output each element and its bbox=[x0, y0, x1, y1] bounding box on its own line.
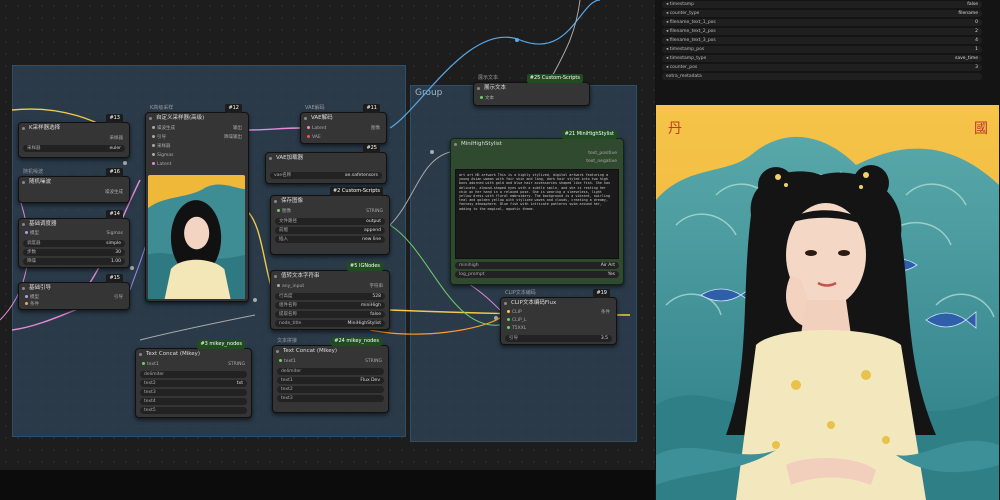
bottom-bar bbox=[0, 470, 655, 500]
node-graph-canvas[interactable]: Group #13 K采样器选择 采样器 采样器 euler 随机噪波 #16 … bbox=[0, 0, 655, 500]
node-value-to-string[interactable]: #5 IGNodes 值转文本字符串 any_input 字符串 行高度 528 组… bbox=[270, 262, 390, 330]
node-random-noise[interactable]: 随机噪波 #16 随机噪波 噪波生成 bbox=[18, 168, 130, 203]
panel-row[interactable]: ◂ filename_text_3_pos 4 bbox=[662, 37, 982, 44]
panel-row[interactable]: ◂ timestamp_pos 1 bbox=[662, 46, 982, 53]
node-vae-decode[interactable]: VAE解码 #11 VAE解码 Latent 图像 VAE bbox=[300, 104, 387, 144]
panel-row[interactable]: ◂ counter_pos 3 bbox=[662, 64, 982, 71]
node-ksampler-select[interactable]: #13 K采样器选择 采样器 采样器 euler bbox=[18, 114, 130, 158]
node-text-concat-2[interactable]: 文本拼接 #24 mikey_nodes Text Concat (Mikey)… bbox=[272, 337, 389, 413]
output-sampler[interactable]: 采样器 bbox=[110, 135, 124, 142]
seal-mark: 丹 bbox=[668, 121, 682, 137]
panel-row[interactable]: ◂ timestamp_type save_time bbox=[662, 55, 982, 62]
node-save-text[interactable]: #2 Custom-Scripts 保存图像 图像 STRING 文件路径 outp… bbox=[270, 187, 390, 255]
node-badge: #13 bbox=[106, 114, 123, 123]
node-text-concat-1[interactable]: #3 mikey_nodes Text Concat (Mikey) text1… bbox=[135, 340, 252, 418]
output-preview-image: 丹 國 bbox=[656, 105, 999, 500]
node-clip-text-encode[interactable]: CLIP文本编码 #19 CLIP文本编码Flux CLIP 条件 CLIP_L … bbox=[500, 289, 617, 345]
node-basic-guider[interactable]: #15 基础引导 模型 引导 条件 bbox=[18, 274, 130, 310]
node-show-text[interactable]: 展示文本 #25 Custom-Scripts 展示文本 文本 bbox=[473, 74, 590, 106]
node-title: K采样器选择 bbox=[19, 123, 129, 134]
seal-mark: 國 bbox=[974, 121, 988, 137]
panel-row[interactable]: ◂ timestamp false bbox=[662, 1, 982, 8]
prompt-textarea[interactable]: art art HD artwork This is a highly styl… bbox=[455, 169, 619, 259]
panel-row[interactable]: ◂ filename_text_2_pos 2 bbox=[662, 28, 982, 35]
node-minihigh-stylist[interactable]: #21 MiniHighStylist MiniHighStylist text… bbox=[450, 130, 624, 285]
node-basic-scheduler[interactable]: #14 基础调度器 模型 Sigmas 调度器 simple 步数 30 降噪 1.00 bbox=[18, 210, 130, 268]
node-title: 随机噪波 bbox=[19, 177, 129, 188]
panel-row-extra-metadata[interactable]: extra_metadata bbox=[662, 73, 982, 80]
node-vae-loader[interactable]: #25 VAE加载器 vae名称 ae.safetensors bbox=[265, 144, 387, 184]
panel-row[interactable]: ◂ filename_text_1_pos 0 bbox=[662, 19, 982, 26]
sampler-field[interactable]: 采样器 euler bbox=[23, 145, 125, 152]
output-noise[interactable]: 噪波生成 bbox=[105, 189, 123, 196]
sampler-preview-image bbox=[148, 175, 245, 299]
panel-row[interactable]: ◂ counter_type filename bbox=[662, 10, 982, 17]
